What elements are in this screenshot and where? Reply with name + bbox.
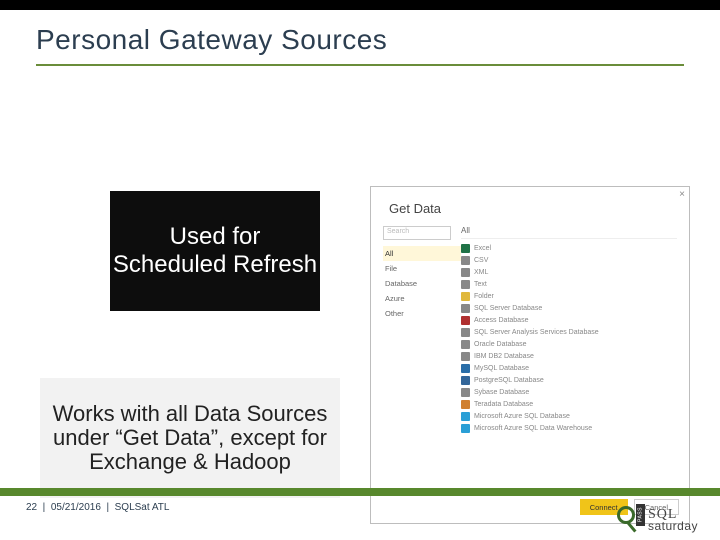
- source-item[interactable]: Text: [461, 278, 677, 290]
- category-file[interactable]: File: [383, 261, 461, 276]
- source-item[interactable]: Sybase Database: [461, 386, 677, 398]
- source-icon: [461, 388, 470, 397]
- source-label: Folder: [474, 293, 494, 300]
- slide-title: Personal Gateway Sources: [0, 10, 720, 62]
- source-icon: [461, 268, 470, 277]
- slide-footer: 22 | 05/21/2016 | SQLSat ATL PASS SQL sa…: [0, 488, 720, 540]
- source-icon: [461, 244, 470, 253]
- source-label: Access Database: [474, 317, 528, 324]
- dialog-sidebar: Search AllFileDatabaseAzureOther: [383, 226, 461, 434]
- source-item[interactable]: Folder: [461, 290, 677, 302]
- category-azure[interactable]: Azure: [383, 291, 461, 306]
- dialog-body: Search AllFileDatabaseAzureOther All Exc…: [371, 226, 689, 434]
- source-icon: [461, 340, 470, 349]
- source-icon: [461, 352, 470, 361]
- page-number: 22: [26, 502, 37, 513]
- logo-line2: saturday: [648, 521, 698, 531]
- source-label: Excel: [474, 245, 491, 252]
- callout-scheduled-refresh: Used for Scheduled Refresh: [110, 191, 320, 311]
- pass-badge: PASS: [636, 504, 645, 526]
- category-other[interactable]: Other: [383, 306, 461, 321]
- source-label: XML: [474, 269, 488, 276]
- source-item[interactable]: MySQL Database: [461, 362, 677, 374]
- source-label: CSV: [474, 257, 488, 264]
- source-icon: [461, 328, 470, 337]
- sqlsaturday-logo: PASS SQL saturday: [615, 504, 698, 536]
- source-label: Microsoft Azure SQL Database: [474, 413, 570, 420]
- slide: Personal Gateway Sources Used for Schedu…: [0, 0, 720, 540]
- magnifier-icon: [617, 506, 635, 524]
- source-label: MySQL Database: [474, 365, 529, 372]
- footer-text: 22 | 05/21/2016 | SQLSat ATL: [0, 496, 720, 513]
- title-rule: [36, 64, 684, 66]
- source-icon: [461, 400, 470, 409]
- footer-accent: [0, 488, 720, 496]
- footer-event: SQLSat ATL: [115, 502, 170, 513]
- list-heading: All: [461, 226, 677, 239]
- source-item[interactable]: Excel: [461, 242, 677, 254]
- search-input[interactable]: Search: [383, 226, 451, 240]
- source-item[interactable]: XML: [461, 266, 677, 278]
- magnifier-handle: [626, 521, 636, 532]
- source-label: Microsoft Azure SQL Data Warehouse: [474, 425, 592, 432]
- source-label: Sybase Database: [474, 389, 529, 396]
- footer-date: 05/21/2016: [51, 502, 101, 513]
- source-item[interactable]: Teradata Database: [461, 398, 677, 410]
- source-item[interactable]: SQL Server Database: [461, 302, 677, 314]
- source-label: PostgreSQL Database: [474, 377, 544, 384]
- callout-text: Used for Scheduled Refresh: [110, 223, 320, 278]
- source-label: Teradata Database: [474, 401, 533, 408]
- source-icon: [461, 424, 470, 433]
- source-label: IBM DB2 Database: [474, 353, 534, 360]
- close-icon[interactable]: ×: [679, 189, 685, 200]
- source-label: SQL Server Database: [474, 305, 542, 312]
- source-icon: [461, 256, 470, 265]
- source-icon: [461, 316, 470, 325]
- source-icon: [461, 412, 470, 421]
- source-icon: [461, 280, 470, 289]
- callout-data-sources: Works with all Data Sources under “Get D…: [40, 378, 340, 498]
- dialog-list: All Excel CSV XML Text Folder SQL Server Data…: [461, 226, 677, 434]
- source-item[interactable]: CSV: [461, 254, 677, 266]
- source-item[interactable]: Microsoft Azure SQL Data Warehouse: [461, 422, 677, 434]
- source-icon: [461, 292, 470, 301]
- source-item[interactable]: Oracle Database: [461, 338, 677, 350]
- source-item[interactable]: Microsoft Azure SQL Database: [461, 410, 677, 422]
- source-icon: [461, 364, 470, 373]
- category-database[interactable]: Database: [383, 276, 461, 291]
- source-icon: [461, 376, 470, 385]
- category-all[interactable]: All: [383, 246, 461, 261]
- source-label: Oracle Database: [474, 341, 527, 348]
- logo-mark: PASS: [615, 504, 645, 536]
- callout-text: Works with all Data Sources under “Get D…: [44, 402, 336, 475]
- logo-text: SQL saturday: [648, 509, 698, 531]
- source-item[interactable]: SQL Server Analysis Services Database: [461, 326, 677, 338]
- source-label: Text: [474, 281, 487, 288]
- top-bar: [0, 0, 720, 10]
- source-item[interactable]: Access Database: [461, 314, 677, 326]
- source-item[interactable]: PostgreSQL Database: [461, 374, 677, 386]
- source-label: SQL Server Analysis Services Database: [474, 329, 599, 336]
- source-icon: [461, 304, 470, 313]
- source-item[interactable]: IBM DB2 Database: [461, 350, 677, 362]
- dialog-title: Get Data: [371, 187, 689, 226]
- get-data-dialog: × Get Data Search AllFileDatabaseAzureOt…: [370, 186, 690, 524]
